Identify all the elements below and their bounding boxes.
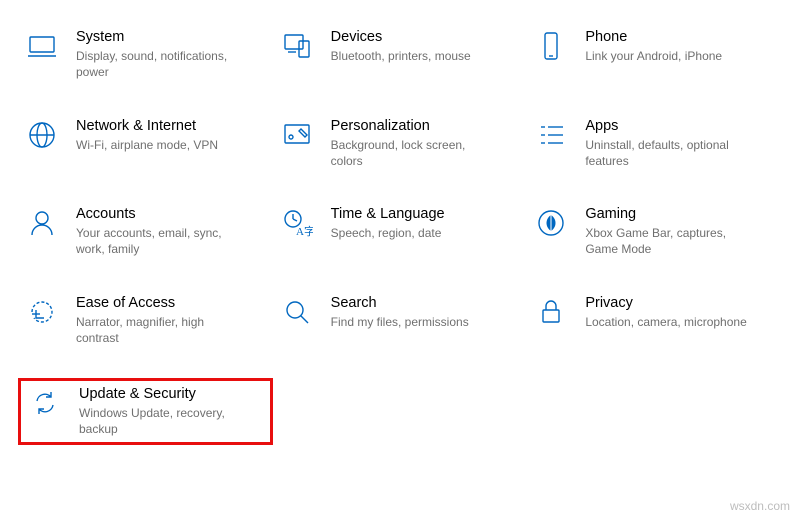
tile-desc: Uninstall, defaults, optional features — [585, 137, 755, 169]
tile-privacy[interactable]: Privacy Location, camera, microphone — [527, 290, 782, 351]
tile-network[interactable]: Network & Internet Wi-Fi, airplane mode,… — [18, 113, 273, 174]
tile-title: Update & Security — [79, 385, 249, 403]
tile-gaming[interactable]: Gaming Xbox Game Bar, captures, Game Mod… — [527, 201, 782, 262]
globe-icon — [24, 117, 60, 153]
tile-update-security[interactable]: Update & Security Windows Update, recove… — [18, 378, 273, 445]
apps-icon — [533, 117, 569, 153]
gaming-icon — [533, 205, 569, 241]
tile-ease-of-access[interactable]: Ease of Access Narrator, magnifier, high… — [18, 290, 273, 351]
tile-title: Accounts — [76, 205, 246, 223]
tile-title: Time & Language — [331, 205, 445, 223]
tile-title: Phone — [585, 28, 722, 46]
tile-desc: Bluetooth, printers, mouse — [331, 48, 471, 64]
devices-icon — [279, 28, 315, 64]
ease-of-access-icon — [24, 294, 60, 330]
tile-desc: Background, lock screen, colors — [331, 137, 501, 169]
watermark: wsxdn.com — [730, 499, 790, 513]
tile-title: Personalization — [331, 117, 501, 135]
accounts-icon — [24, 205, 60, 241]
tile-desc: Windows Update, recovery, backup — [79, 405, 249, 437]
system-icon — [24, 28, 60, 64]
tile-desc: Location, camera, microphone — [585, 314, 746, 330]
tile-personalization[interactable]: Personalization Background, lock screen,… — [273, 113, 528, 174]
phone-icon — [533, 28, 569, 64]
search-icon — [279, 294, 315, 330]
tile-system[interactable]: System Display, sound, notifications, po… — [18, 24, 273, 85]
personalization-icon — [279, 117, 315, 153]
tile-title: Ease of Access — [76, 294, 246, 312]
privacy-icon — [533, 294, 569, 330]
tile-title: Gaming — [585, 205, 755, 223]
tile-accounts[interactable]: Accounts Your accounts, email, sync, wor… — [18, 201, 273, 262]
tile-desc: Wi-Fi, airplane mode, VPN — [76, 137, 218, 153]
tile-phone[interactable]: Phone Link your Android, iPhone — [527, 24, 782, 85]
tile-search[interactable]: Search Find my files, permissions — [273, 290, 528, 351]
tile-desc: Narrator, magnifier, high contrast — [76, 314, 246, 346]
tile-title: Apps — [585, 117, 755, 135]
tile-desc: Link your Android, iPhone — [585, 48, 722, 64]
tile-desc: Display, sound, notifications, power — [76, 48, 246, 80]
tile-apps[interactable]: Apps Uninstall, defaults, optional featu… — [527, 113, 782, 174]
tile-desc: Speech, region, date — [331, 225, 445, 241]
svg-text:A字: A字 — [296, 224, 313, 238]
tile-desc: Xbox Game Bar, captures, Game Mode — [585, 225, 755, 257]
update-icon — [27, 385, 63, 421]
time-language-icon: A字 — [279, 205, 315, 241]
tile-devices[interactable]: Devices Bluetooth, printers, mouse — [273, 24, 528, 85]
tile-title: Network & Internet — [76, 117, 218, 135]
tile-title: Privacy — [585, 294, 746, 312]
tile-title: Devices — [331, 28, 471, 46]
tile-title: Search — [331, 294, 469, 312]
tile-title: System — [76, 28, 246, 46]
tile-desc: Find my files, permissions — [331, 314, 469, 330]
tile-time-language[interactable]: A字 Time & Language Speech, region, date — [273, 201, 528, 262]
settings-grid: System Display, sound, notifications, po… — [0, 0, 800, 455]
tile-desc: Your accounts, email, sync, work, family — [76, 225, 246, 257]
